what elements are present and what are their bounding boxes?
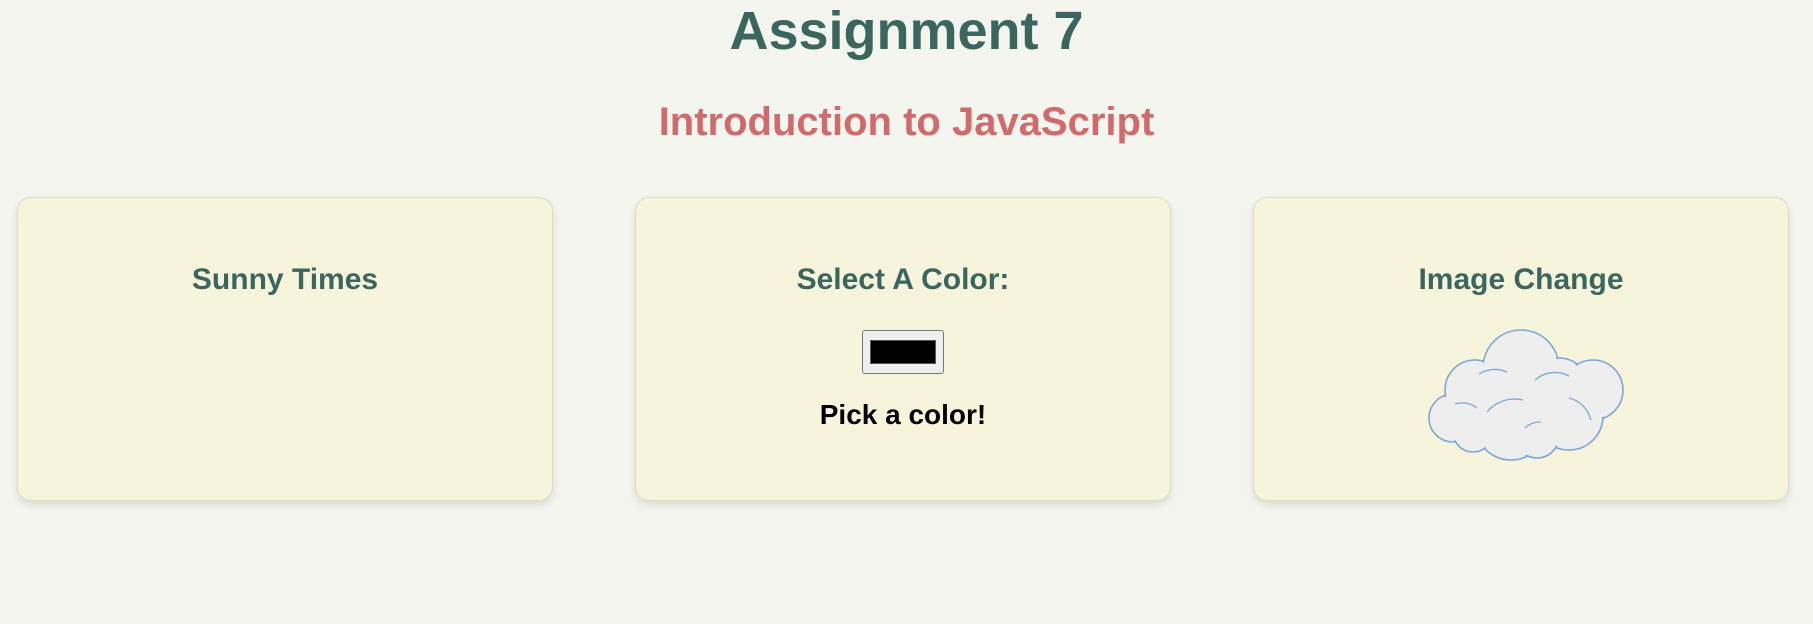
- page-subtitle: Introduction to JavaScript: [658, 100, 1155, 144]
- sunny-times-card: Sunny Times: [17, 197, 553, 501]
- color-swatch: [870, 340, 936, 364]
- color-picker-title: Select A Color:: [796, 263, 1010, 296]
- image-change-title: Image Change: [1418, 263, 1624, 296]
- color-picker-card: Select A Color: Pick a color!: [635, 197, 1171, 501]
- color-input[interactable]: [862, 330, 944, 374]
- color-caption: Pick a color!: [819, 399, 987, 430]
- page-title: Assignment 7: [729, 1, 1084, 61]
- cloud-icon[interactable]: [1419, 328, 1625, 464]
- sunny-times-title: Sunny Times: [191, 263, 379, 296]
- image-change-card: Image Change: [1253, 197, 1789, 501]
